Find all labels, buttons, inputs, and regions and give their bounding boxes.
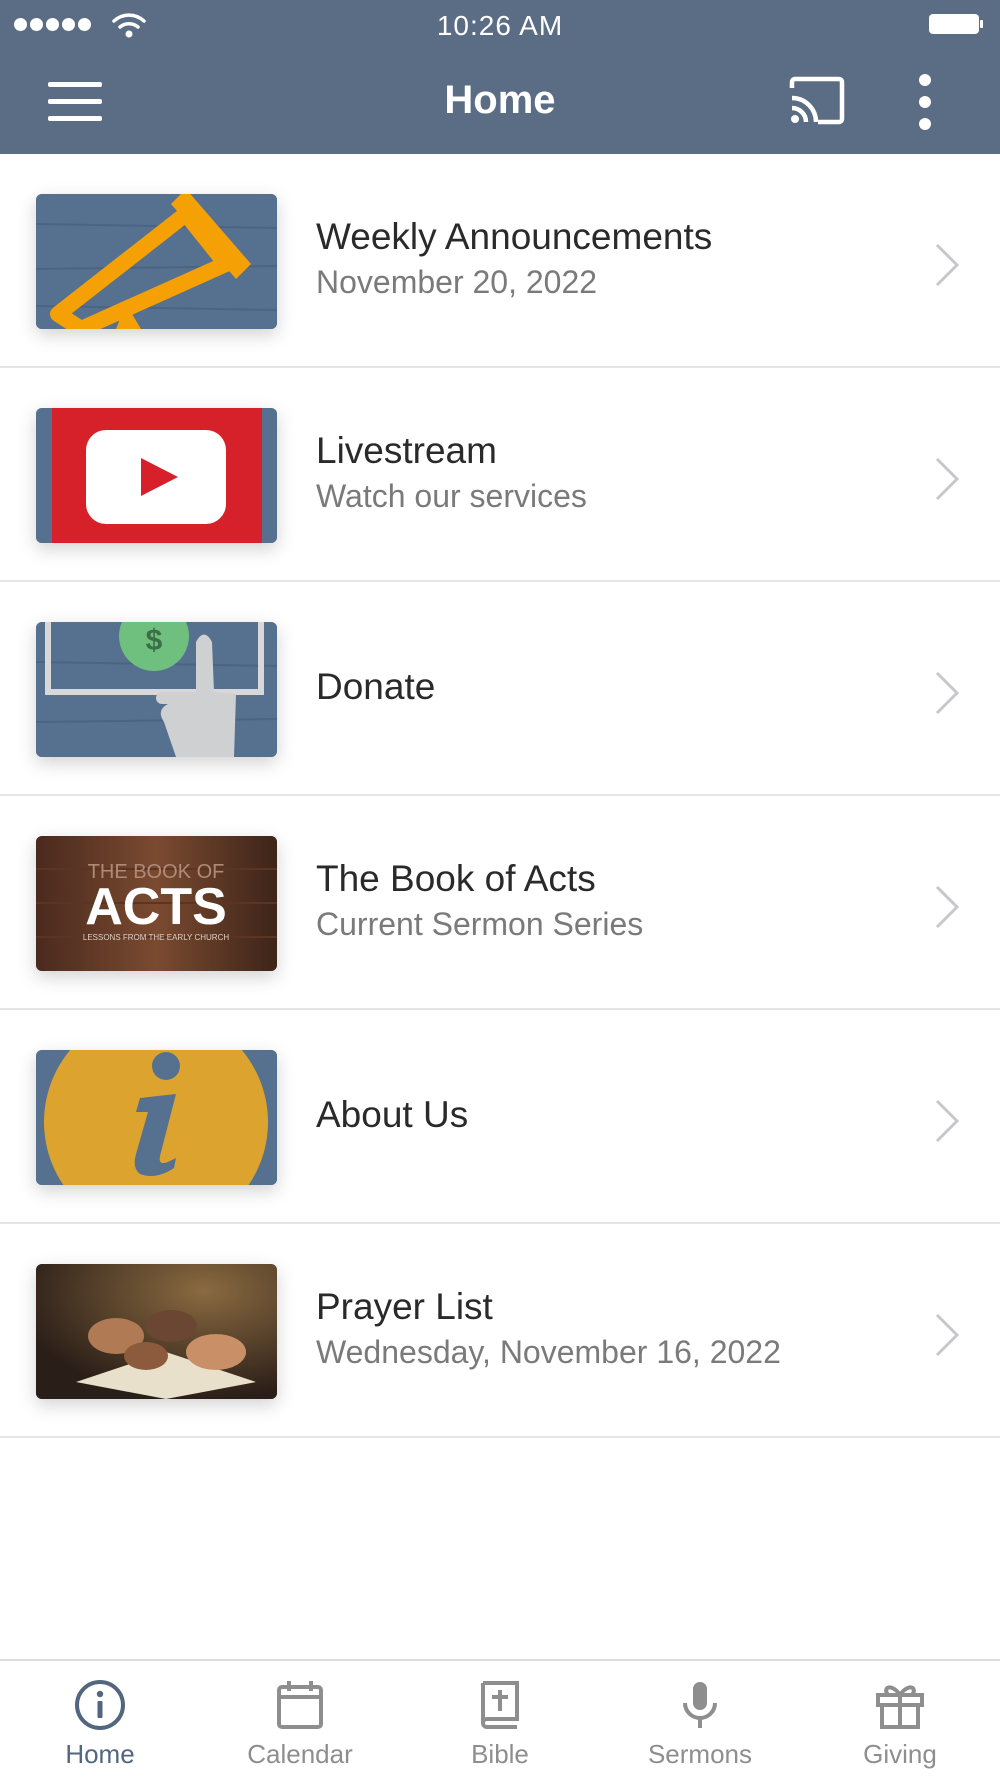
chevron-right-icon bbox=[935, 1099, 960, 1143]
item-title: Prayer List bbox=[316, 1286, 493, 1327]
item-title: Livestream bbox=[316, 430, 497, 471]
item-subtitle: Wednesday, November 16, 2022 bbox=[316, 1334, 781, 1370]
tab-sermons[interactable]: Sermons bbox=[600, 1661, 800, 1780]
item-title: About Us bbox=[316, 1094, 469, 1135]
item-subtitle: Current Sermon Series bbox=[316, 906, 644, 942]
gift-icon bbox=[876, 1685, 924, 1729]
list-item-book-of-acts[interactable]: THE BOOK OF ACTS LESSONS FROM THE EARLY … bbox=[0, 796, 1000, 1010]
youtube-thumbnail bbox=[36, 408, 277, 543]
chevron-right-icon bbox=[935, 1313, 960, 1357]
info-circle-icon bbox=[75, 1680, 125, 1730]
chevron-right-icon bbox=[935, 885, 960, 929]
home-list: Weekly Announcements November 20, 2022 L… bbox=[0, 154, 1000, 1438]
item-title: Weekly Announcements bbox=[316, 216, 713, 257]
info-thumbnail bbox=[36, 1050, 277, 1185]
calendar-icon bbox=[277, 1681, 323, 1729]
tab-label: Bible bbox=[471, 1739, 529, 1769]
status-bar: 10:26 AM bbox=[0, 0, 1000, 50]
status-time: 10:26 AM bbox=[436, 10, 564, 41]
tab-label: Home bbox=[65, 1739, 135, 1769]
item-title: Donate bbox=[316, 666, 436, 707]
tab-label: Calendar bbox=[247, 1739, 353, 1769]
tab-home[interactable]: Home bbox=[0, 1661, 200, 1780]
battery-icon bbox=[929, 14, 983, 34]
list-item-weekly-announcements[interactable]: Weekly Announcements November 20, 2022 bbox=[0, 154, 1000, 368]
tab-giving[interactable]: Giving bbox=[800, 1661, 1000, 1780]
acts-thumbnail-main-text: ACTS bbox=[85, 878, 227, 936]
tab-label: Giving bbox=[863, 1739, 937, 1769]
svg-text:$: $ bbox=[146, 624, 163, 657]
item-subtitle: November 20, 2022 bbox=[316, 264, 598, 300]
item-title: The Book of Acts bbox=[316, 858, 596, 899]
list-item-about-us[interactable]: About Us bbox=[0, 1010, 1000, 1224]
microphone-icon bbox=[683, 1682, 717, 1728]
cast-icon[interactable] bbox=[788, 76, 846, 126]
more-options-icon[interactable] bbox=[910, 74, 940, 130]
bible-icon bbox=[481, 1681, 519, 1729]
donate-hand-thumbnail: $ bbox=[36, 622, 277, 757]
list-item-donate[interactable]: $ Donate bbox=[0, 582, 1000, 796]
chevron-right-icon bbox=[935, 243, 960, 287]
tab-bible[interactable]: Bible bbox=[400, 1661, 600, 1780]
tab-bar: Home Calendar Bible Sermons Giving bbox=[0, 1659, 1000, 1780]
list-item-livestream[interactable]: Livestream Watch our services bbox=[0, 368, 1000, 582]
app-header: Home bbox=[0, 50, 1000, 154]
list-item-prayer-list[interactable]: Prayer List Wednesday, November 16, 2022 bbox=[0, 1224, 1000, 1438]
acts-sermon-thumbnail: THE BOOK OF ACTS LESSONS FROM THE EARLY … bbox=[36, 836, 277, 971]
item-subtitle: Watch our services bbox=[316, 478, 587, 514]
chevron-right-icon bbox=[935, 457, 960, 501]
acts-thumbnail-bottom-text: LESSONS FROM THE EARLY CHURCH bbox=[83, 933, 229, 942]
chevron-right-icon bbox=[935, 671, 960, 715]
tab-calendar[interactable]: Calendar bbox=[200, 1661, 400, 1780]
page-title: Home bbox=[444, 78, 556, 122]
megaphone-thumbnail bbox=[36, 194, 277, 329]
praying-hands-photo-thumbnail bbox=[36, 1264, 277, 1399]
tab-label: Sermons bbox=[647, 1739, 753, 1769]
